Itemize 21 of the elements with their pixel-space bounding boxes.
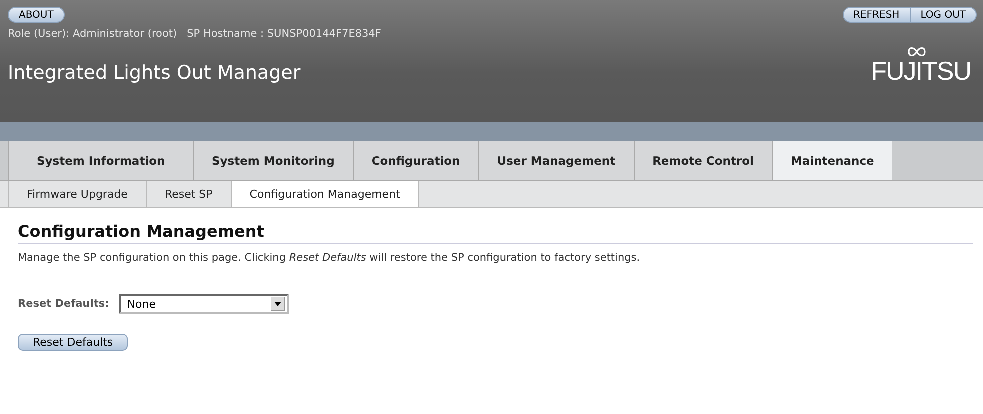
infinity-icon	[907, 46, 927, 58]
page-description: Manage the SP configuration on this page. Clicking Reset Defaults will restore the SP configuration to factory settings.	[18, 252, 642, 264]
nav-tab[interactable]: System Information	[8, 141, 193, 180]
nav-tab[interactable]: User Management	[478, 141, 634, 180]
sub-tab[interactable]: Configuration Management	[230, 181, 420, 207]
nav-tab[interactable]: System Monitoring	[193, 141, 353, 180]
reset-defaults-button[interactable]: Reset Defaults	[18, 334, 128, 351]
app-title: Integrated Lights Out Manager	[8, 62, 301, 84]
header-action-button[interactable]: LOG OUT	[910, 7, 977, 23]
page-heading: Configuration Management	[18, 222, 973, 244]
sub-tab[interactable]: Firmware Upgrade	[8, 181, 146, 207]
role-text: Role (User): Administrator (root) SP Hostname : SUNSP00144F7E834F	[8, 28, 382, 40]
nav-tab[interactable]: Configuration	[352, 141, 478, 180]
field-label: Reset Defaults:	[18, 298, 110, 310]
nav-tab[interactable]: Remote Control	[634, 141, 772, 180]
brand-logo: FUJITSU	[871, 58, 971, 84]
reset-select[interactable]: None	[119, 294, 290, 314]
nav-tab[interactable]: Maintenance	[772, 141, 892, 180]
header-action-button[interactable]: REFRESH	[842, 7, 911, 23]
dropdown-arrow-icon	[271, 297, 286, 311]
about-button[interactable]: ABOUT	[8, 7, 65, 23]
